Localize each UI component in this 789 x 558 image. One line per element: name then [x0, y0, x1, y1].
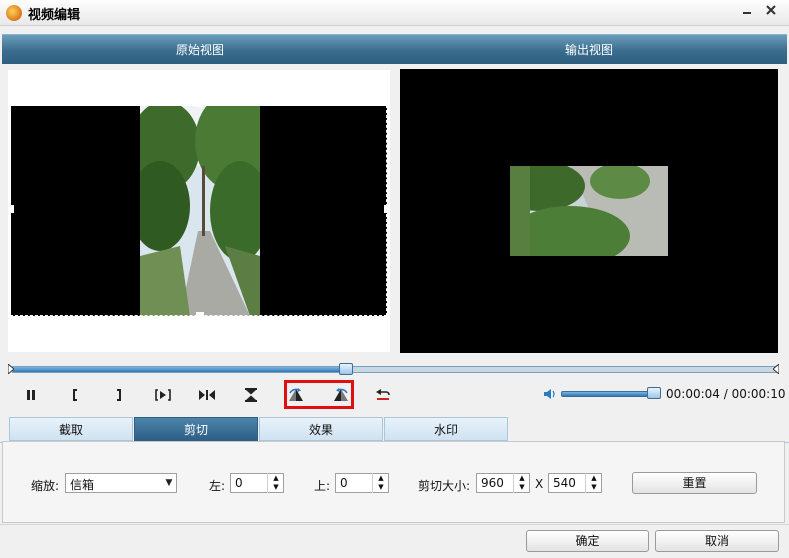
original-view-label: 原始视图 [176, 43, 225, 57]
timeline-scrubber[interactable] [339, 363, 353, 375]
crop-handle-right[interactable] [384, 205, 390, 213]
tab-watermark[interactable]: 水印 [384, 417, 508, 441]
top-stepper[interactable]: ▲ ▼ [372, 473, 389, 493]
time-display: 00:00:04 / 00:00:10 [666, 387, 786, 401]
top-label: 上: [314, 479, 331, 493]
tab-effects[interactable]: 效果 [259, 417, 383, 441]
crop-handle-top[interactable] [196, 101, 204, 107]
app-icon [6, 5, 22, 21]
mark-out-icon[interactable] [108, 385, 130, 405]
crop-handle-left[interactable] [8, 205, 14, 213]
left-stepper[interactable]: ▲ ▼ [267, 473, 284, 493]
rotate-left-icon[interactable] [285, 385, 307, 405]
split-icon[interactable] [196, 385, 218, 405]
volume-slider-handle[interactable] [647, 387, 661, 399]
crop-handle-bottom[interactable] [196, 312, 204, 318]
output-view-label: 输出视图 [565, 43, 614, 57]
volume-icon[interactable] [543, 387, 557, 401]
end-marker-icon[interactable] [772, 362, 780, 376]
chevron-down-icon[interactable]: ▼ [160, 474, 178, 492]
ok-button[interactable]: 确定 [526, 530, 649, 552]
title-bar [0, 0, 789, 26]
view-header-bar [2, 34, 787, 64]
reset-button[interactable]: 重置 [632, 472, 757, 494]
close-icon[interactable] [762, 3, 780, 21]
undo-icon[interactable] [372, 385, 394, 405]
pause-icon[interactable] [20, 385, 42, 405]
volume-slider-track[interactable] [561, 391, 660, 397]
mark-in-icon[interactable] [64, 385, 86, 405]
window-title: 视频编辑 [28, 8, 81, 23]
timeline-progress [13, 367, 345, 372]
top-input-value: 0 [340, 476, 348, 490]
zoom-select-value: 信箱 [70, 478, 95, 492]
crop-width-value: 960 [481, 476, 504, 490]
next-frame-icon[interactable] [152, 385, 174, 405]
footer-divider [0, 524, 789, 525]
cancel-button[interactable]: 取消 [655, 530, 779, 552]
tab-capture[interactable]: 截取 [9, 417, 133, 441]
zoom-label: 缩放: [31, 479, 60, 493]
output-video-frame [510, 166, 668, 256]
crop-selection-box[interactable] [10, 105, 387, 316]
minimize-icon[interactable] [738, 3, 756, 21]
rotate-right-icon[interactable] [330, 385, 352, 405]
size-separator: X [535, 477, 544, 491]
tab-crop[interactable]: 剪切 [134, 417, 258, 441]
flip-vertical-icon[interactable] [240, 385, 262, 405]
crop-size-label: 剪切大小: [418, 479, 471, 493]
crop-width-stepper[interactable]: ▲ ▼ [513, 473, 530, 493]
left-label: 左: [209, 479, 226, 493]
crop-height-stepper[interactable]: ▲ ▼ [585, 473, 602, 493]
crop-height-value: 540 [553, 476, 576, 490]
start-marker-icon[interactable] [7, 362, 15, 376]
left-input-value: 0 [235, 476, 243, 490]
